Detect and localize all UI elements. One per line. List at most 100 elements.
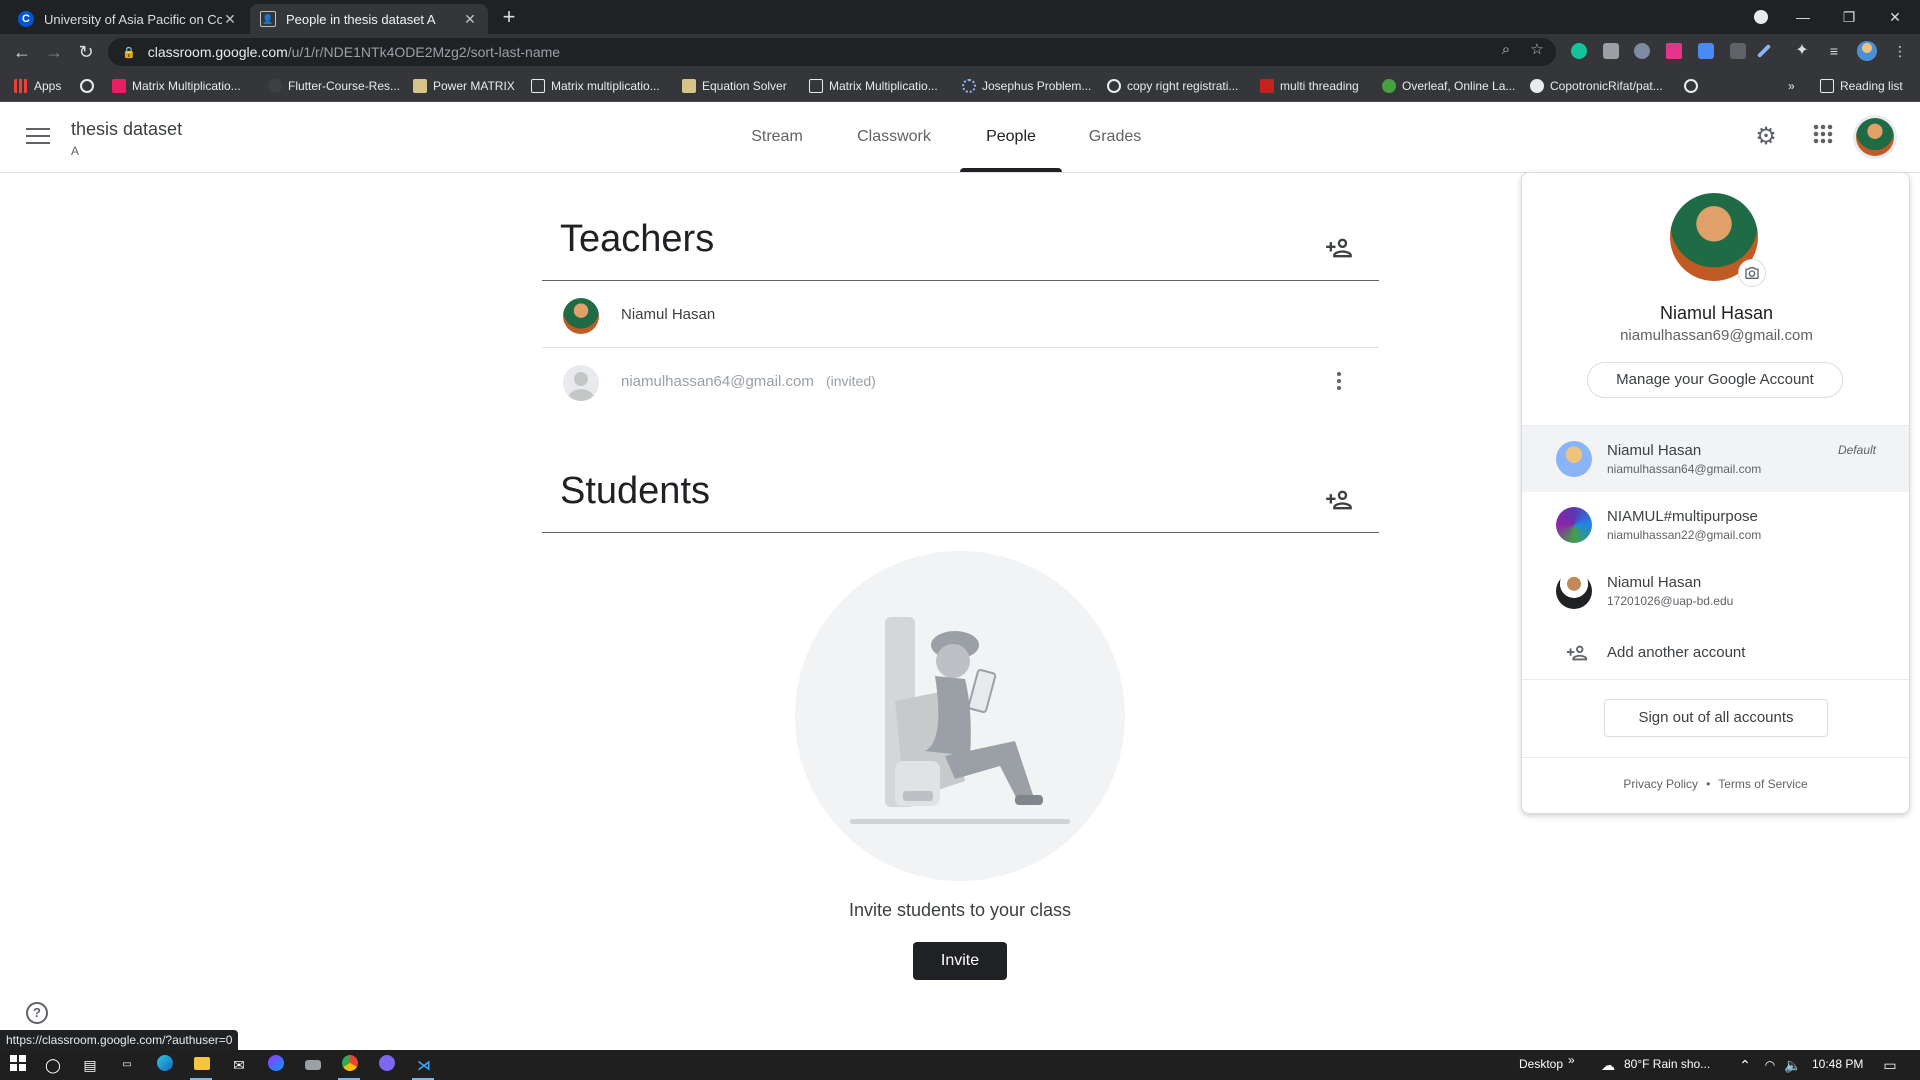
search-icon[interactable]: ◯	[43, 1055, 63, 1075]
invite-teacher-icon[interactable]	[1325, 234, 1353, 262]
chrome-icon[interactable]	[340, 1055, 360, 1075]
chrome-menu-icon[interactable]: ⋮	[1892, 43, 1908, 59]
messenger-icon[interactable]	[266, 1055, 286, 1075]
file-explorer-icon[interactable]	[192, 1055, 212, 1075]
back-button[interactable]: ←	[8, 39, 36, 65]
address-bar[interactable]: 🔒 classroom.google.com/u/1/r/NDE1NTk4ODE…	[108, 38, 1556, 66]
tab-title: People in thesis dataset A	[286, 11, 436, 27]
weather-icon[interactable]: ☁	[1598, 1055, 1618, 1075]
edge-icon[interactable]	[155, 1055, 175, 1075]
screen-extension-icon[interactable]	[1730, 43, 1746, 59]
tab-classwork[interactable]: Classwork	[846, 102, 942, 172]
account-avatar-button[interactable]	[1856, 118, 1894, 156]
weather-text[interactable]: 80°F Rain sho...	[1624, 1057, 1710, 1071]
bookmark-apps[interactable]: Apps	[14, 77, 61, 95]
account-option[interactable]: Niamul Hasan 17201026@uap-bd.edu	[1522, 558, 1909, 624]
bookmark-item[interactable]: Power MATRIX	[413, 77, 515, 95]
bookmark-label: Matrix Multiplicatio...	[132, 79, 241, 93]
volume-icon[interactable]: 🔈	[1783, 1055, 1803, 1075]
vscode-icon[interactable]: ⋊	[414, 1055, 434, 1075]
bookmarks-overflow-icon[interactable]: »	[1788, 77, 1795, 95]
close-window-button[interactable]: ✕	[1872, 0, 1918, 34]
extension-icon[interactable]	[1634, 43, 1650, 59]
restore-button[interactable]: ❐	[1826, 0, 1872, 34]
windows-taskbar: ◯ ▤ ▭ ✉ ⋊ Desktop » ☁ 80°F Rain sho... ⌃…	[0, 1050, 1920, 1080]
terms-of-service-link[interactable]: Terms of Service	[1718, 777, 1807, 791]
tab-title: University of Asia Pacific on Cour	[44, 11, 222, 27]
wifi-icon[interactable]: ◠	[1760, 1055, 1780, 1075]
game-icon[interactable]	[303, 1055, 323, 1075]
apps-grid-icon[interactable]	[1809, 123, 1837, 151]
minimize-button[interactable]: —	[1780, 0, 1826, 34]
toolbar-overflow-icon[interactable]: »	[1568, 1053, 1575, 1067]
grammarly-extension-icon[interactable]	[1571, 43, 1587, 59]
task-view-icon[interactable]: ▤	[80, 1055, 100, 1075]
profile-avatar-icon[interactable]	[1857, 41, 1877, 61]
teacher-row[interactable]: Niamul Hasan	[542, 281, 1379, 348]
bookmark-item[interactable]: copy right registrati...	[1107, 77, 1238, 95]
reload-button[interactable]: ↻	[72, 39, 100, 65]
account-option[interactable]: NIAMUL#multipurpose niamulhassan22@gmail…	[1522, 492, 1909, 558]
bookmark-label: multi threading	[1280, 79, 1359, 93]
new-tab-button[interactable]: +	[496, 6, 522, 30]
change-photo-camera-icon[interactable]	[1738, 259, 1766, 287]
account-option[interactable]: Niamul Hasan niamulhassan64@gmail.com De…	[1522, 426, 1909, 492]
chevron-up-icon[interactable]: ⌃	[1735, 1055, 1755, 1075]
close-tab-icon[interactable]: ✕	[462, 11, 478, 28]
bookmark-item[interactable]: multi threading	[1260, 77, 1359, 95]
browser-tab-classroom[interactable]: 👤 People in thesis dataset A ✕	[250, 4, 488, 34]
browser-tab-coursera[interactable]: C University of Asia Pacific on Cour ✕	[8, 4, 248, 34]
tab-grades[interactable]: Grades	[1080, 102, 1150, 172]
zoom-icon[interactable]: ⌕	[1496, 40, 1516, 60]
sign-out-button[interactable]: Sign out of all accounts	[1604, 699, 1828, 737]
invited-teacher-row[interactable]: niamulhassan64@gmail.com (invited)	[542, 348, 1379, 415]
main-menu-icon[interactable]	[26, 128, 50, 146]
reading-list-button[interactable]: Reading list	[1820, 77, 1903, 95]
bookmark-item[interactable]	[80, 77, 100, 95]
bookmark-item[interactable]	[1684, 77, 1704, 95]
mail-icon[interactable]: ✉	[229, 1055, 249, 1075]
separator-dot: •	[1706, 777, 1711, 791]
bookmark-item[interactable]: Flutter-Course-Res...	[268, 77, 400, 95]
invite-students-button[interactable]: Invite	[913, 942, 1007, 980]
notification-icon[interactable]: ▭	[1880, 1055, 1900, 1075]
windows-start-icon[interactable]	[8, 1055, 28, 1075]
account-name: Niamul Hasan	[1659, 303, 1774, 323]
discord-icon[interactable]	[377, 1055, 397, 1075]
divider	[1522, 679, 1909, 680]
puzzle-extensions-icon[interactable]: ✦	[1794, 43, 1810, 59]
profile-download-icon[interactable]	[1738, 0, 1784, 34]
bookmark-item[interactable]: Matrix multiplicatio...	[531, 77, 660, 95]
bookmark-item[interactable]: Overleaf, Online La...	[1382, 77, 1515, 95]
help-icon[interactable]: ?	[26, 1002, 48, 1024]
terminal-icon[interactable]: ▭	[117, 1055, 137, 1075]
add-account-button[interactable]: Add another account	[1522, 633, 1909, 673]
settings-gear-icon[interactable]: ⚙	[1752, 123, 1780, 151]
clock-time[interactable]: 10:48 PM	[1812, 1057, 1863, 1071]
tab-people[interactable]: People	[960, 102, 1062, 172]
media-queue-icon[interactable]: ≡	[1826, 43, 1842, 59]
bookmark-star-icon[interactable]: ☆	[1527, 40, 1547, 60]
close-tab-icon[interactable]: ✕	[222, 11, 238, 28]
download-extension-icon[interactable]	[1698, 43, 1714, 59]
privacy-policy-link[interactable]: Privacy Policy	[1623, 777, 1698, 791]
bookmark-item[interactable]: Josephus Problem...	[962, 77, 1091, 95]
document-icon	[413, 79, 427, 93]
camera-extension-icon[interactable]	[1603, 43, 1619, 59]
desktop-toolbar-label[interactable]: Desktop	[1519, 1057, 1563, 1071]
classroom-icon: 👤	[260, 11, 276, 27]
forward-button[interactable]: →	[40, 39, 68, 65]
bookmark-item[interactable]: Matrix Multiplicatio...	[809, 77, 938, 95]
bookmark-item[interactable]: Equation Solver	[682, 77, 787, 95]
manage-account-button[interactable]: Manage your Google Account	[1587, 362, 1843, 398]
more-options-icon[interactable]	[1337, 372, 1343, 393]
account-avatar	[1556, 507, 1592, 543]
class-title[interactable]: thesis dataset	[71, 119, 182, 140]
invite-student-icon[interactable]	[1325, 486, 1353, 514]
bookmarks-bar: Apps Matrix Multiplicatio... Flutter-Cou…	[0, 70, 1920, 102]
browser-toolbar: ← → ↻ 🔒 classroom.google.com/u/1/r/NDE1N…	[0, 34, 1920, 70]
tab-stream[interactable]: Stream	[736, 102, 818, 172]
bookmark-item[interactable]: CopotronicRifat/pat...	[1530, 77, 1663, 95]
flag-extension-icon[interactable]	[1666, 43, 1682, 59]
bookmark-item[interactable]: Matrix Multiplicatio...	[112, 77, 241, 95]
